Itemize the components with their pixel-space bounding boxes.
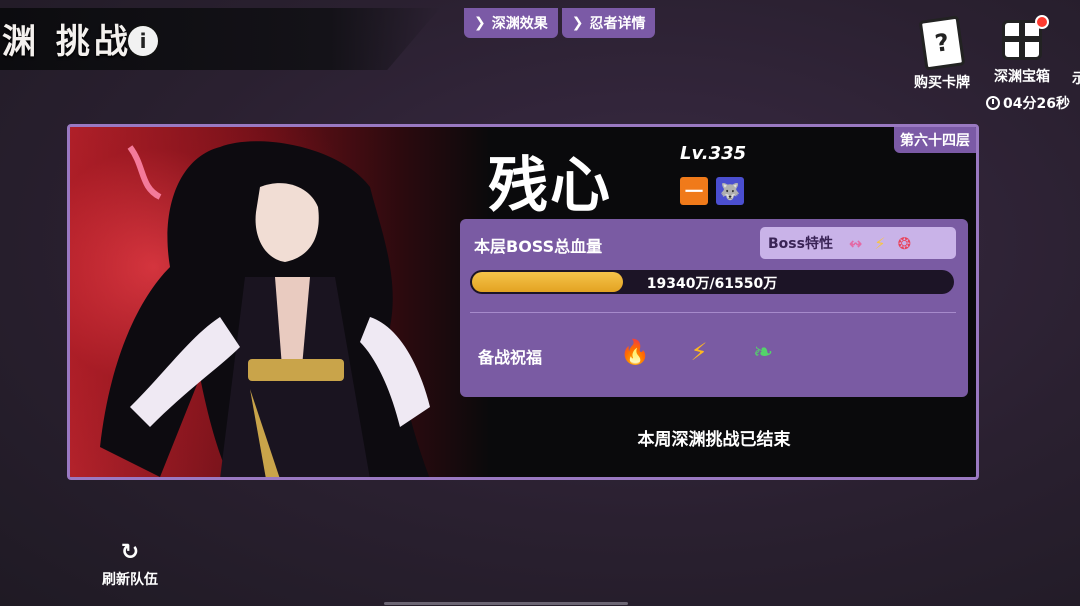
refresh-team-button[interactable]: ↻ 刷新队伍 xyxy=(92,540,168,589)
refresh-team-label: 刷新队伍 xyxy=(102,572,158,588)
chevron-right-icon: ❯ xyxy=(474,15,486,31)
info-icon[interactable]: i xyxy=(128,26,158,56)
edge-label: 示 xyxy=(1072,71,1080,87)
fire-icon[interactable]: 🔥 xyxy=(618,335,652,369)
page-title: 渊 挑战 xyxy=(2,22,132,62)
clock-icon xyxy=(986,96,1000,110)
notification-dot xyxy=(1035,15,1049,29)
buy-card-label: 购买卡牌 xyxy=(914,75,970,91)
tab-abyss-effect[interactable]: ❯ 深渊效果 xyxy=(464,8,558,38)
buy-card-button[interactable]: ? 购买卡牌 xyxy=(914,15,970,92)
week-ended-status: 本周深渊挑战已结束 xyxy=(637,430,791,450)
boss-trait-label: Boss特性 xyxy=(768,236,833,252)
flame-swirl-icon: ❂ xyxy=(897,233,912,253)
element-badge: 一 xyxy=(680,177,708,205)
abyss-chest-label: 深渊宝箱 xyxy=(994,69,1050,85)
boss-card: 第六十四层 残心 Lv.335 一 🐺 本层BOSS总血量 Boss特性 ↭ ⚡… xyxy=(67,124,979,480)
leaf-icon[interactable]: ❧ xyxy=(746,335,780,369)
boss-level: Lv.335 xyxy=(680,143,747,164)
timer-text: 04分26秒 xyxy=(1003,96,1070,112)
card-question-icon: ? xyxy=(918,15,966,71)
top-tabs: ❯ 深渊效果 ❯ 忍者详情 xyxy=(464,8,656,38)
hp-label: 本层BOSS总血量 xyxy=(474,237,603,256)
hp-bar: 19340万/61550万 xyxy=(470,270,954,294)
boss-info-panel: 本层BOSS总血量 Boss特性 ↭ ⚡ ❂ 19340万/61550万 备战祝… xyxy=(460,219,968,397)
chevron-right-icon: ❯ xyxy=(571,15,584,31)
gift-box-icon xyxy=(1002,15,1049,60)
abyss-chest-button[interactable]: 深渊宝箱 xyxy=(994,15,1050,86)
lightning-icon[interactable]: ⚡ xyxy=(682,335,716,369)
boomerang-icon: ↭ xyxy=(848,233,863,253)
boss-trait-button[interactable]: Boss特性 ↭ ⚡ ❂ xyxy=(760,227,956,259)
hp-text: 19340万/61550万 xyxy=(646,276,778,292)
tab-ninja-details[interactable]: ❯ 忍者详情 xyxy=(561,8,656,38)
refresh-icon: ↻ xyxy=(120,540,140,565)
blessing-label: 备战祝福 xyxy=(478,348,543,367)
divider xyxy=(470,312,956,313)
lightning-icon: ⚡ xyxy=(874,233,886,253)
home-indicator xyxy=(384,602,628,605)
tab-label: 忍者详情 xyxy=(589,16,646,32)
boss-name: 残心 xyxy=(488,151,612,221)
boss-portrait xyxy=(100,141,430,477)
countdown-timer: 04分26秒 xyxy=(986,93,1070,113)
wolf-icon: 🐺 xyxy=(716,177,744,205)
tab-label: 深渊效果 xyxy=(491,16,548,32)
floor-badge: 第六十四层 xyxy=(894,127,976,153)
